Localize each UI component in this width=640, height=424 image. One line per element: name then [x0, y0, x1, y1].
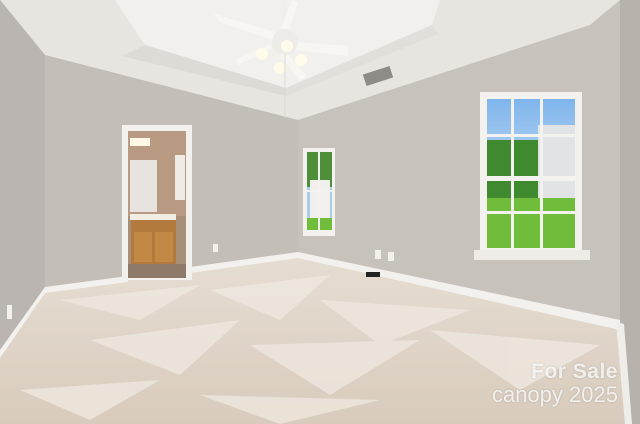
- room-photo: For Sale canopy 2025: [0, 0, 640, 424]
- watermark-for-sale: For Sale: [531, 360, 618, 383]
- watermark-year: 2025: [569, 382, 618, 407]
- vanity-door-right: [155, 232, 173, 262]
- large-window-grass: [487, 198, 575, 248]
- small-window-muntin-h: [307, 190, 332, 192]
- watermark-brand: canopy: [491, 382, 563, 407]
- vanity-counter: [130, 214, 176, 220]
- bathroom-floor: [128, 264, 186, 278]
- large-window-sill: [474, 250, 590, 260]
- watermark: For Sale canopy 2025: [450, 360, 620, 410]
- cable-jack: [366, 272, 380, 277]
- outlet-back: [213, 244, 218, 252]
- bathroom-window: [175, 155, 185, 200]
- large-window-trees: [487, 140, 542, 202]
- outlet-right-2: [388, 252, 394, 261]
- outlet-right-1: [375, 250, 381, 259]
- bathroom-mirror: [130, 160, 157, 212]
- watermark-brand-year: canopy 2025: [492, 382, 618, 408]
- bathroom-light: [130, 138, 150, 146]
- outlet-left: [7, 305, 12, 319]
- vanity-door-left: [134, 232, 152, 262]
